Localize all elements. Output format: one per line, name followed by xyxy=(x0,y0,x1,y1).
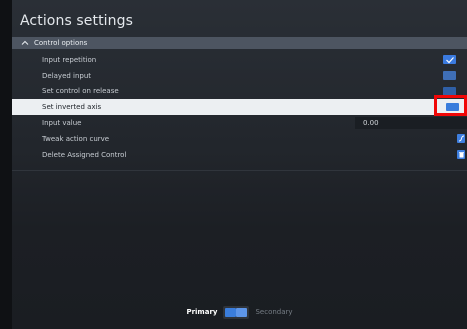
toggle-knob xyxy=(225,307,237,317)
row-label: Delayed input xyxy=(42,71,92,80)
delayed-input-toggle[interactable] xyxy=(443,71,456,81)
row-label: Input repetition xyxy=(42,55,97,64)
toggle-knob-secondary xyxy=(236,307,248,317)
row-input-value[interactable]: Input value 0.00 xyxy=(12,115,467,131)
primary-label[interactable]: Primary xyxy=(186,308,217,316)
row-set-inverted-axis[interactable]: Set inverted axis xyxy=(12,95,467,117)
row-label: Set control on release xyxy=(42,87,119,96)
options-list: Input repetition Delayed input Set contr… xyxy=(12,52,467,163)
set-inverted-axis-toggle[interactable] xyxy=(446,103,459,112)
primary-secondary-toggle[interactable] xyxy=(223,305,250,319)
delete-assigned-control-button[interactable] xyxy=(457,150,465,160)
input-value-field[interactable]: 0.00 xyxy=(355,117,467,130)
highlight-box xyxy=(434,95,467,117)
row-label: Delete Assigned Control xyxy=(42,150,127,159)
row-delete-assigned-control[interactable]: Delete Assigned Control xyxy=(12,147,467,163)
row-label: Set inverted axis xyxy=(42,103,102,112)
divider xyxy=(12,170,467,171)
control-options-section-header[interactable]: Control options xyxy=(12,37,467,49)
trash-icon xyxy=(458,152,464,158)
row-label: Input value xyxy=(42,119,82,128)
tweak-action-curve-button[interactable] xyxy=(457,134,465,144)
row-tweak-action-curve[interactable]: Tweak action curve xyxy=(12,131,467,147)
page-title: Actions settings xyxy=(20,13,134,29)
section-label: Control options xyxy=(34,39,88,47)
chevron-up-icon xyxy=(20,38,30,48)
secondary-label[interactable]: Secondary xyxy=(255,308,292,316)
input-repetition-checkbox[interactable] xyxy=(443,55,456,65)
row-set-control-on-release[interactable]: Set control on release xyxy=(12,84,467,100)
row-label: Tweak action curve xyxy=(42,134,110,143)
checkmark-icon xyxy=(445,56,454,64)
row-delayed-input[interactable]: Delayed input xyxy=(12,68,467,84)
curve-icon xyxy=(458,135,464,142)
primary-secondary-switch: Primary Secondary xyxy=(12,305,467,319)
row-input-repetition[interactable]: Input repetition xyxy=(12,52,467,68)
actions-settings-panel: Actions settings Control options Input r… xyxy=(12,0,467,329)
